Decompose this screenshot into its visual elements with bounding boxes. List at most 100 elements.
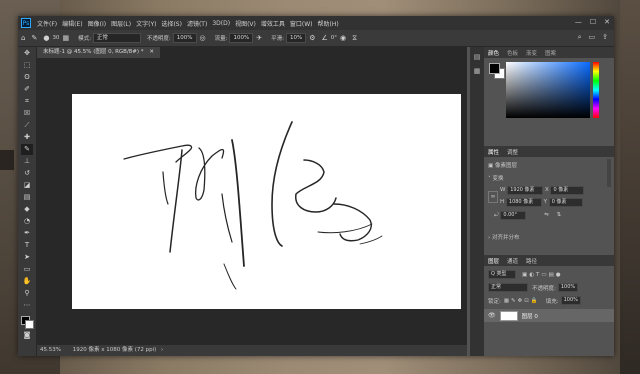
stroke-6 [223,263,237,290]
eraser-tool-icon[interactable]: ◪ [21,180,33,191]
brush-panel-icon[interactable]: ▦ [62,34,69,42]
close-button[interactable]: ✕ [604,18,610,26]
mode-select[interactable]: 正常 [92,33,141,43]
menu-select[interactable]: 选择(S) [161,19,182,28]
pressure-size-icon[interactable]: ◉ [340,34,346,42]
fill-field[interactable]: 100% [560,296,581,305]
saturation-brightness-picker[interactable] [506,62,590,118]
stamp-tool-icon[interactable]: ⊥ [21,156,33,167]
menu-image[interactable]: 图像(I) [88,19,106,28]
angle-value[interactable]: 0° [331,35,337,41]
color-swatches[interactable] [20,315,34,329]
transform-chevron-icon[interactable]: ˅ [488,176,491,182]
canvas[interactable] [72,94,461,309]
workspace-icon[interactable]: ▭ [589,33,596,42]
lasso-tool-icon[interactable]: ʘ [21,72,33,83]
marquee-tool-icon[interactable]: ⬚ [21,60,33,71]
zoom-tool-icon[interactable]: ⚲ [21,288,33,299]
history-brush-tool-icon[interactable]: ↺ [21,168,33,179]
link-icon[interactable]: ∞ [488,191,498,203]
tab-swatches[interactable]: 色板 [503,49,522,57]
quick-mask-icon[interactable]: ◙ [21,330,33,341]
opacity-field[interactable]: 100% [172,33,197,43]
more-tools-icon[interactable]: ⋯ [21,300,33,311]
airbrush-icon[interactable]: ✈ [256,34,262,42]
eyedropper-tool-icon[interactable]: ⟋ [21,120,33,131]
menu-view[interactable]: 视图(V) [235,19,256,28]
tab-adjustments[interactable]: 调整 [503,148,522,156]
tab-gradients[interactable]: 渐变 [522,49,541,57]
healing-tool-icon[interactable]: ✚ [21,132,33,143]
layer-filter-select[interactable]: Q 类型 [488,270,516,279]
blur-tool-icon[interactable]: ◆ [21,204,33,215]
menu-type[interactable]: 文字(Y) [136,19,156,28]
layer-opacity-label: 不透明度: [532,285,556,292]
maximize-button[interactable]: ☐ [590,18,596,26]
tab-patterns[interactable]: 图案 [541,49,560,57]
smooth-field[interactable]: 10% [285,33,307,43]
brush-tool-icon[interactable]: ✎ [21,144,33,155]
blend-mode-select[interactable]: 正常 [488,283,528,292]
menu-edit[interactable]: 编辑(E) [62,19,82,28]
layer-opacity-field[interactable]: 100% [557,283,579,292]
settings-gear-icon[interactable]: ⚙ [309,34,315,42]
angle-icon[interactable]: ∠ [321,34,327,42]
foreground-color-swatch[interactable] [489,63,500,74]
tab-color[interactable]: 颜色 [484,49,503,57]
type-tool-icon[interactable]: T [21,240,33,251]
visibility-eye-icon[interactable]: 👁 [488,312,496,319]
brush-preset-icon[interactable]: ● [43,34,49,42]
shape-tool-icon[interactable]: ▭ [21,264,33,275]
home-icon[interactable]: ⌂ [21,34,25,42]
status-arrow-icon[interactable]: › [161,347,163,353]
document-tab[interactable]: 未标题-1 @ 45.5% (图层 0, RGB/8#) * ✕ [37,47,160,58]
tab-properties[interactable]: 属性 [484,148,503,156]
frame-tool-icon[interactable]: ☒ [21,108,33,119]
height-field[interactable]: 1080 像素 [505,198,542,207]
quick-select-tool-icon[interactable]: ✐ [21,84,33,95]
path-select-tool-icon[interactable]: ➤ [21,252,33,263]
menu-3d[interactable]: 3D(D) [212,20,230,27]
hue-slider[interactable] [593,62,599,118]
dodge-tool-icon[interactable]: ◔ [21,216,33,227]
tab-paths[interactable]: 路径 [522,257,541,265]
gradient-tool-icon[interactable]: ▤ [21,192,33,203]
flip-vertical-icon[interactable]: ⇅ [556,212,561,218]
symmetry-icon[interactable]: ⧖ [352,34,357,43]
width-field[interactable]: 1920 像素 [507,186,544,195]
y-field[interactable]: 0 像素 [548,198,583,207]
properties-strip-icon[interactable]: ▦ [470,67,484,75]
w-label: W [500,187,506,193]
hand-tool-icon[interactable]: ✋ [21,276,33,287]
menu-plugins[interactable]: 增效工具 [261,19,285,28]
menu-filter[interactable]: 滤镜(T) [187,19,207,28]
close-tab-icon[interactable]: ✕ [149,49,154,55]
layer-row[interactable]: 👁 图层 0 [484,309,614,322]
tab-layers[interactable]: 图层 [484,257,503,265]
zoom-level[interactable]: 45.53% [40,347,61,353]
search-icon[interactable]: ⌕ [578,33,582,42]
pen-tool-icon[interactable]: ✒ [21,228,33,239]
minimize-button[interactable]: — [575,18,582,26]
properties-scrollbar[interactable] [607,159,611,187]
pressure-opacity-icon[interactable]: ◎ [200,34,206,42]
crop-tool-icon[interactable]: ⌗ [21,96,33,107]
tab-channels[interactable]: 通道 [503,257,522,265]
history-panel-icon[interactable]: ▤ [470,53,484,61]
menu-window[interactable]: 窗口(W) [290,19,313,28]
share-icon[interactable]: ⇪ [602,33,608,42]
menu-help[interactable]: 帮助(H) [318,19,339,28]
menu-file[interactable]: 文件(F) [37,19,57,28]
flow-field[interactable]: 100% [229,33,254,43]
document-size-info: 1920 像素 x 1080 像素 (72 ppi) [72,347,157,353]
x-field[interactable]: 0 像素 [550,186,585,195]
brush-tool-icon[interactable]: ✎ [31,34,37,42]
menu-layer[interactable]: 图层(L) [111,19,131,28]
align-chevron-icon[interactable]: › [488,235,490,241]
flip-horizontal-icon[interactable]: ⇋ [544,212,549,218]
angle-field[interactable]: 0.00° [500,211,527,220]
layer-filter-icons[interactable]: ▣◐T▭▤● [522,272,563,278]
lock-icons[interactable]: ▦✎✥⊡🔒 [504,298,540,304]
move-tool-icon[interactable]: ✥ [21,48,33,59]
layer-name[interactable]: 图层 0 [522,312,538,320]
